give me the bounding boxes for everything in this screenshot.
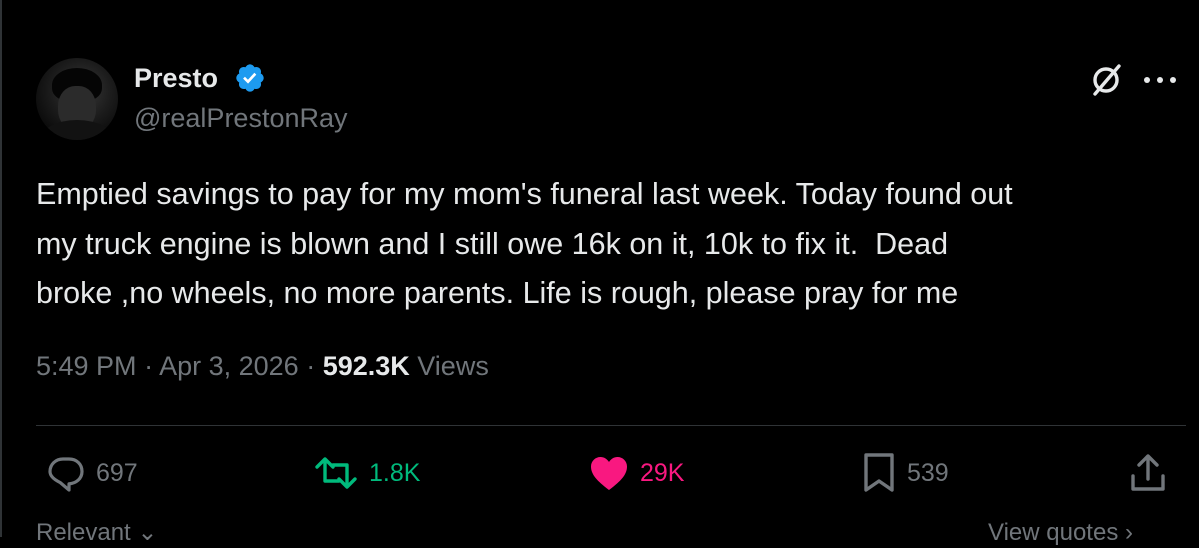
repost-icon [315, 457, 357, 489]
share-icon [1131, 454, 1165, 491]
verified-badge-icon [236, 64, 264, 92]
more-options-icon[interactable] [1141, 69, 1179, 91]
avatar-shoulders [40, 120, 114, 140]
repost-button[interactable]: 1.8K [313, 451, 420, 495]
view-quotes-link[interactable]: View quotes › [988, 518, 1133, 548]
like-button[interactable]: 29K [588, 451, 684, 495]
sort-replies-dropdown[interactable]: Relevant ⌄ [36, 518, 158, 548]
repost-count: 1.8K [369, 459, 421, 487]
meta-separator: · [136, 351, 160, 381]
bookmark-button[interactable]: 539 [861, 451, 949, 495]
tweet-meta: 5:49 PM · Apr 3, 2026 · 592.3K Views [36, 348, 489, 384]
bookmark-icon [864, 453, 894, 492]
view-quotes-label: View quotes [988, 519, 1119, 546]
share-button[interactable] [1128, 451, 1168, 495]
views-label: Views [417, 351, 489, 381]
chevron-down-icon: ⌄ [130, 519, 158, 546]
chevron-right-icon: › [1118, 519, 1133, 546]
tweet-text: Emptied savings to pay for my mom's fune… [36, 177, 1013, 310]
reply-button[interactable]: 697 [46, 451, 138, 495]
user-handle[interactable]: @realPrestonRay [134, 102, 348, 134]
divider [36, 425, 1186, 426]
meta-separator: · [298, 351, 323, 381]
reply-icon [48, 457, 84, 492]
tweet-date[interactable]: Apr 3, 2026 [159, 351, 299, 381]
heart-icon [591, 457, 627, 490]
avatar[interactable] [36, 58, 118, 140]
grok-icon[interactable] [1087, 61, 1125, 99]
like-count: 29K [640, 459, 685, 487]
views-count: 592.3K [322, 351, 410, 381]
reply-count: 697 [96, 459, 138, 487]
tweet-time[interactable]: 5:49 PM [36, 351, 137, 381]
display-name[interactable]: Presto [134, 62, 218, 94]
left-border [0, 0, 2, 537]
sort-label: Relevant [36, 519, 131, 546]
bookmark-count: 539 [907, 459, 949, 487]
